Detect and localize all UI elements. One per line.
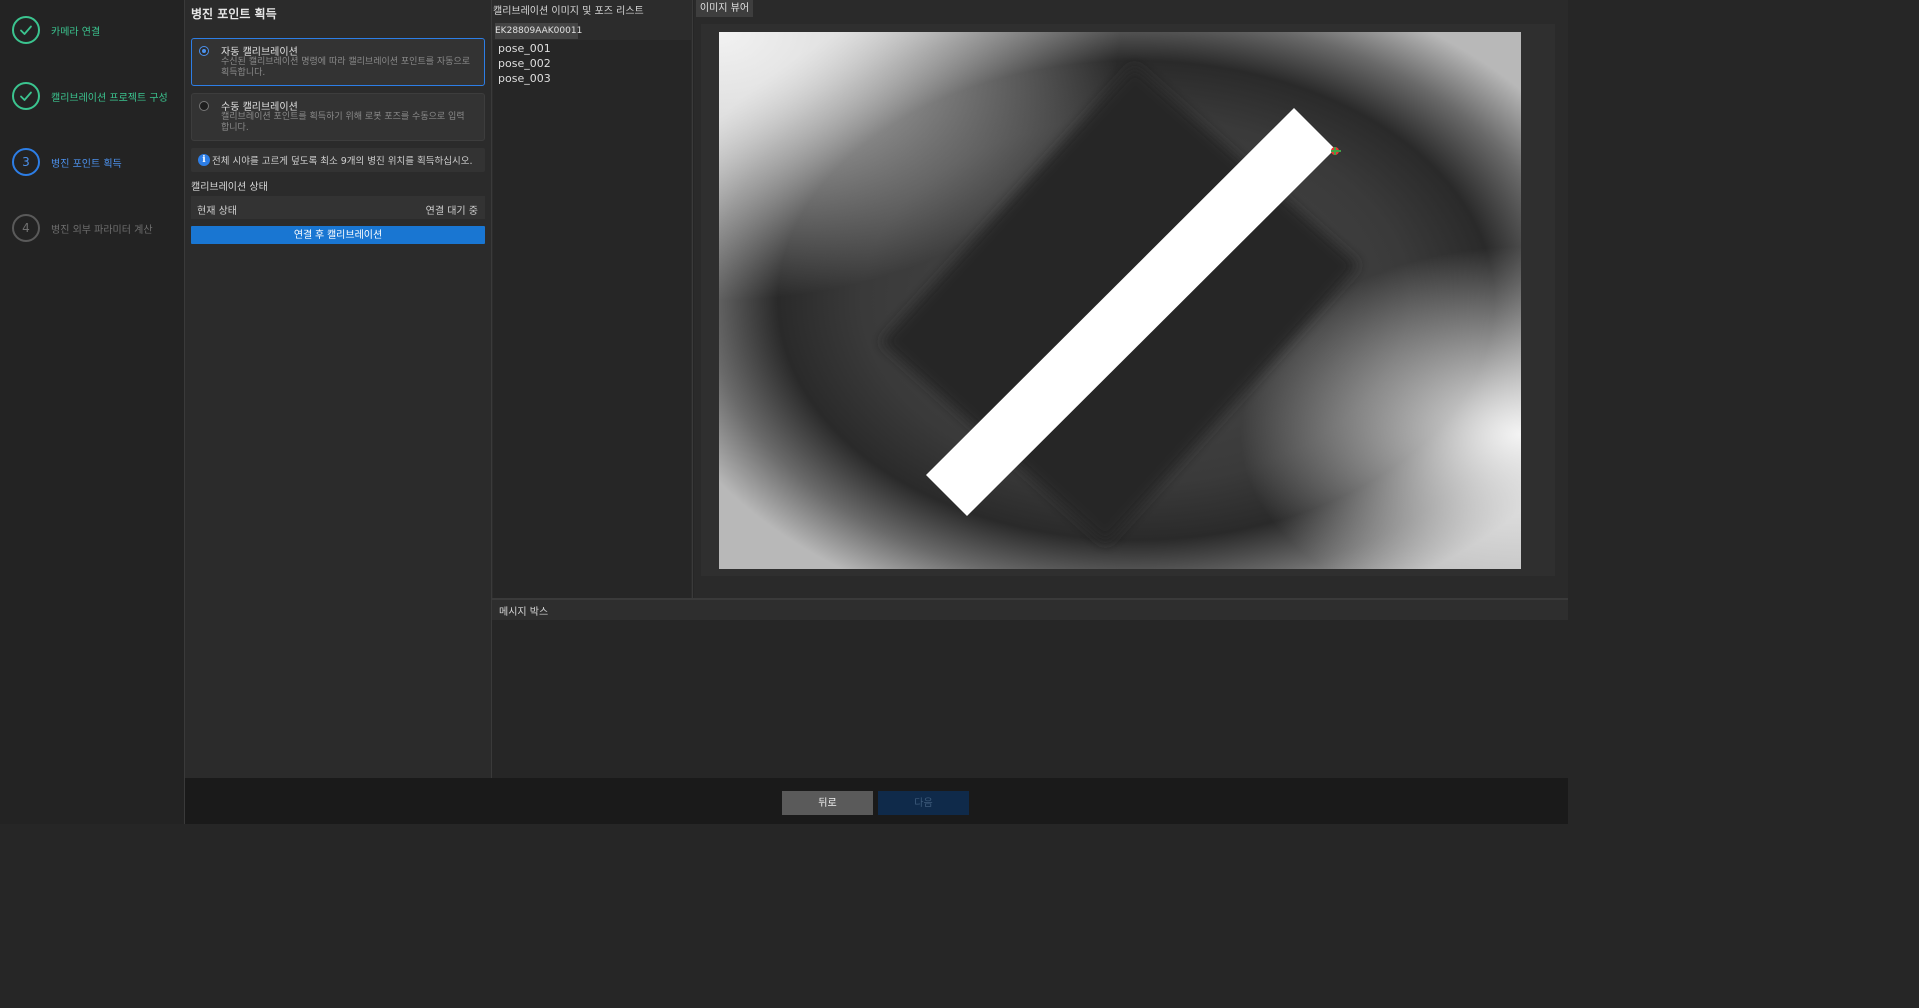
camera-id-tab[interactable]: EK28809AAK00011 [495,23,582,39]
status-value: 연결 대기 중 [425,206,478,217]
step-camera-connection[interactable]: 카메라 연결 [0,10,184,50]
panel-title: 병진 포인트 획득 [191,7,277,21]
step-label: 캘리브레이션 프로젝트 구성 [51,92,168,104]
radio-unselected-icon[interactable] [199,101,209,111]
manual-calibration-option[interactable]: 수동 캘리브레이션 캘리브레이션 포인트를 획득하기 위해 로봇 포즈를 수동으… [191,93,485,141]
message-box-title: 메시지 박스 [499,607,549,618]
check-icon [12,16,40,44]
step-label: 병진 포인트 획득 [51,158,122,170]
pose-list-divider[interactable] [692,0,693,598]
info-icon: i [198,154,210,166]
status-label: 현재 상태 [197,206,237,217]
tip-text: 전체 시야를 고르게 덮도록 최소 9개의 병진 위치를 획득하십시오. [212,156,473,167]
step-extrinsic-calculation[interactable]: 4 병진 외부 파라미터 계산 [0,208,184,248]
step-label: 병진 외부 파라미터 계산 [51,224,153,236]
list-item[interactable]: pose_001 [498,42,551,55]
list-item[interactable]: pose_003 [498,72,551,85]
check-icon [12,82,40,110]
step-project-setup[interactable]: 캘리브레이션 프로젝트 구성 [0,76,184,116]
step-number: 4 [12,214,40,242]
pose-list [493,40,691,598]
back-button[interactable]: 뒤로 [782,791,873,815]
connect-and-calibrate-button[interactable]: 연결 후 캘리브레이션 [191,226,485,244]
step-number: 3 [12,148,40,176]
list-item[interactable]: pose_002 [498,57,551,70]
message-box-header [492,600,1568,620]
tip-banner: i 전체 시야를 고르게 덮도록 최소 9개의 병진 위치를 획득하십시오. [191,148,485,172]
radio-selected-icon[interactable] [199,46,209,56]
status-row: 현재 상태 연결 대기 중 [191,196,485,219]
footer-bar [185,778,1568,824]
option-description: 캘리브레이션 포인트를 획득하기 위해 로봇 포즈를 수동으로 입력합니다. [221,112,465,133]
calibration-image [719,32,1521,569]
pose-list-title: 캘리브레이션 이미지 및 포즈 리스트 [493,6,644,17]
option-description: 수신된 캘리브레이션 명령에 따라 캘리브레이션 포인트를 자동으로 획득합니다… [221,57,471,78]
step-sidebar: 카메라 연결 캘리브레이션 프로젝트 구성 3 병진 포인트 획득 4 병진 외… [0,0,184,824]
option-title: 자동 캘리브레이션 [221,47,298,58]
tab-image-viewer[interactable]: 이미지 뷰어 [696,0,753,17]
auto-calibration-option[interactable]: 자동 캘리브레이션 수신된 캘리브레이션 명령에 따라 캘리브레이션 포인트를 … [191,38,485,86]
next-button[interactable]: 다음 [878,791,969,815]
option-title: 수동 캘리브레이션 [221,102,298,113]
status-heading: 캘리브레이션 상태 [191,182,268,193]
message-box-panel [492,600,1568,778]
step-translation-points[interactable]: 3 병진 포인트 획득 [0,142,184,182]
step-label: 카메라 연결 [51,26,101,38]
camera-image[interactable] [719,32,1521,569]
